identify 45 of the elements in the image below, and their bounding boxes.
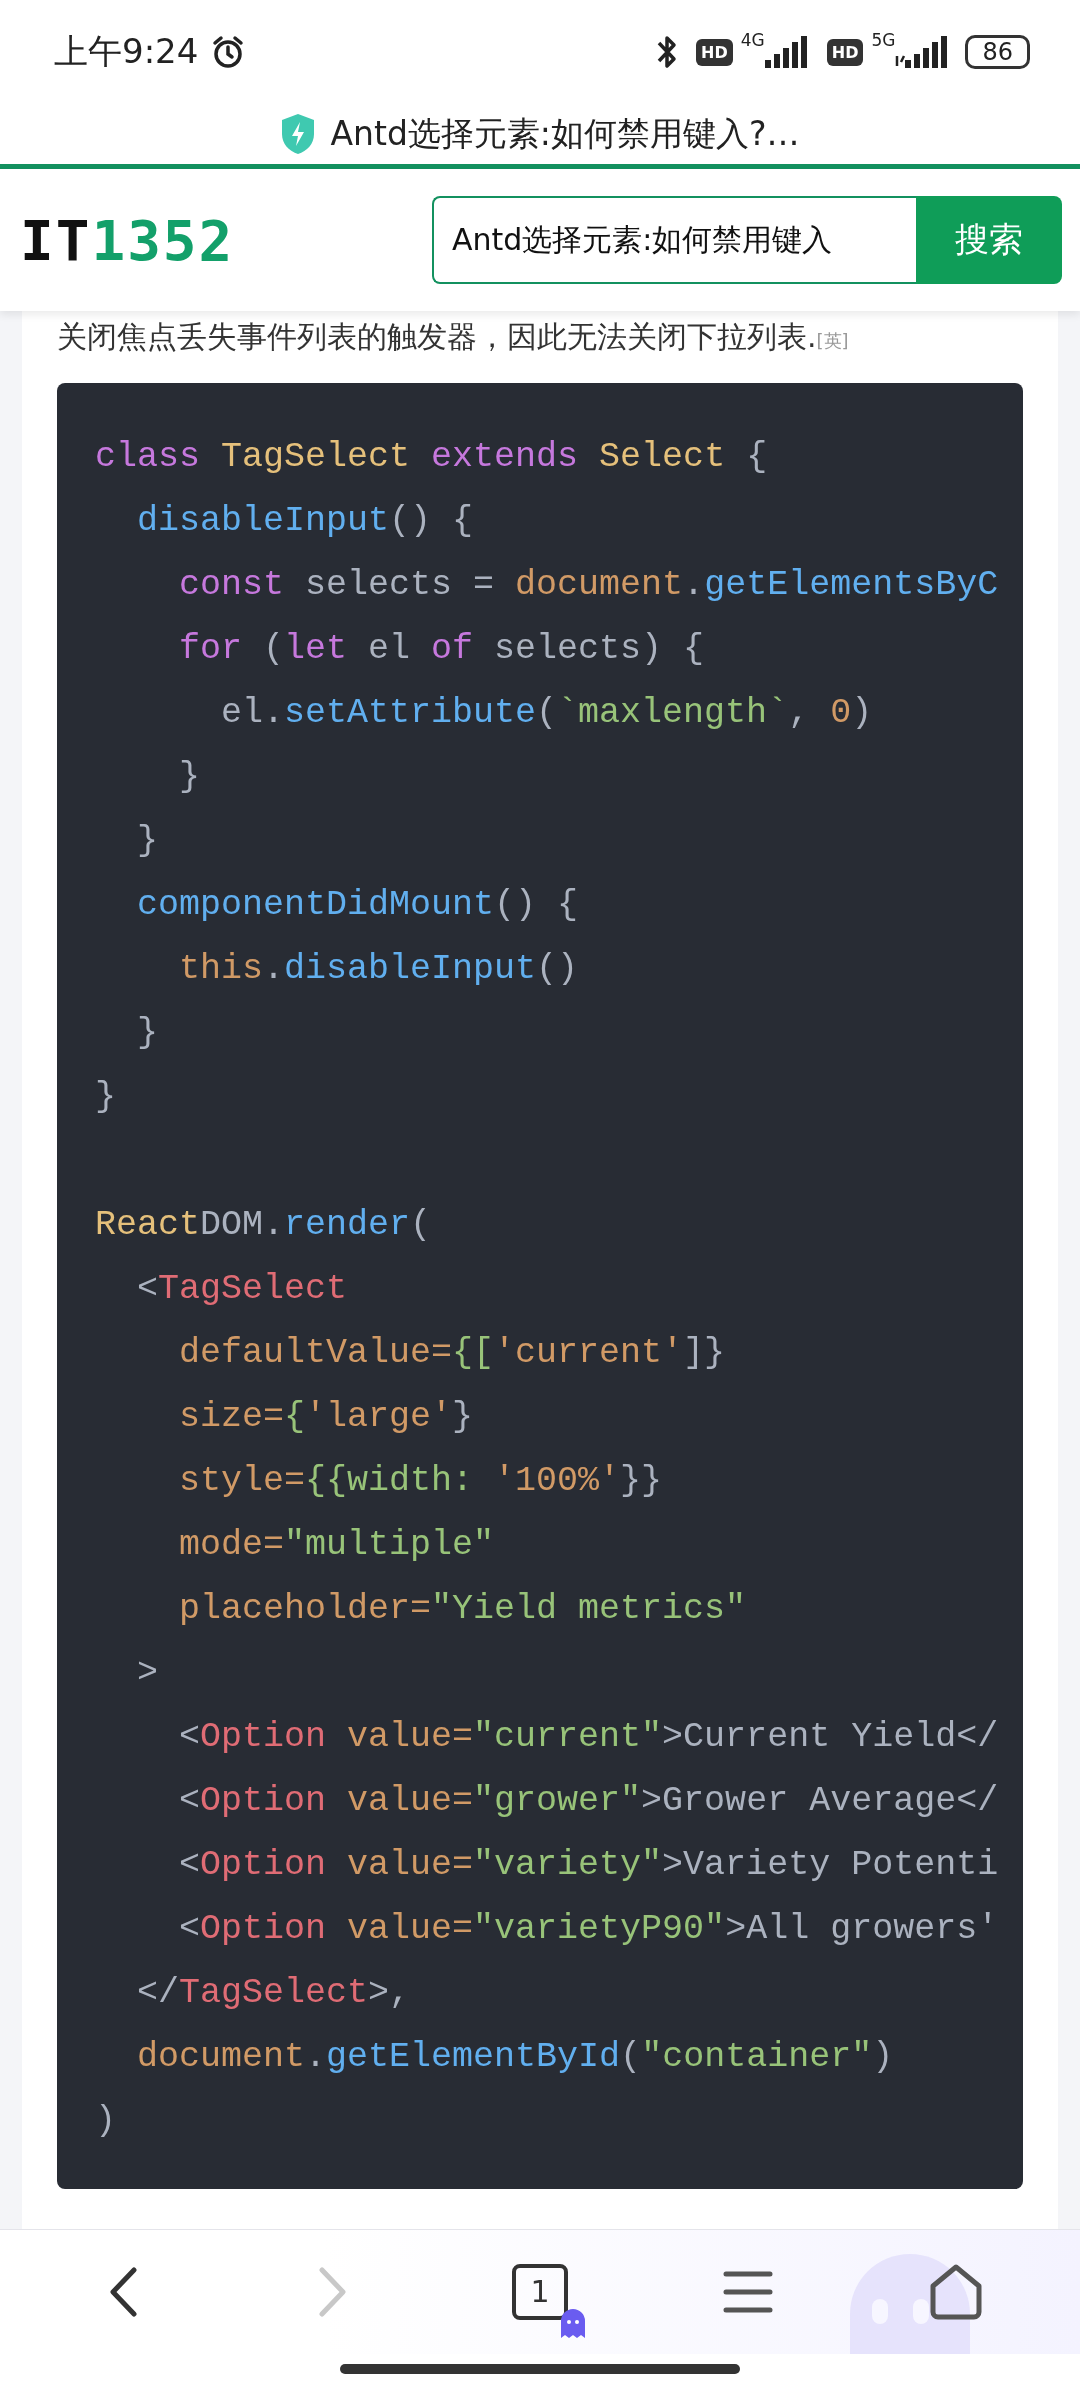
code-line: <Option value="variety">Variety Potenti (179, 1845, 999, 1885)
code-line: ) (95, 2101, 116, 2141)
code-line: class TagSelect extends Select { (95, 437, 768, 477)
code-line: ReactDOM.render( (95, 1205, 432, 1245)
code-line: <Option value="current">Current Yield</ (179, 1717, 999, 1757)
article-text: 关闭焦点丢失事件列表的触发器，因此无法关闭下拉列表.[英] (57, 318, 850, 356)
bluetooth-icon (656, 33, 679, 71)
shield-icon (280, 113, 317, 155)
search-button[interactable]: 搜索 (916, 196, 1062, 284)
code-line: } (95, 1077, 116, 1117)
code-line: > (137, 1653, 158, 1693)
page-title: Antd选择元素:如何禁用键入?… (330, 112, 800, 155)
menu-icon[interactable] (723, 2270, 773, 2314)
code-line: } (179, 757, 200, 797)
signal-icon (895, 36, 950, 68)
battery-indicator: 86 (965, 35, 1030, 69)
code-line: <Option value="grower">Grower Average</ (179, 1781, 999, 1821)
code-line: defaultValue={['current']} (179, 1333, 726, 1373)
code-line: el.setAttribute(`maxlength`, 0) (221, 693, 873, 733)
signal-icon (764, 36, 809, 68)
code-line: style={{width: '100%'}} (179, 1461, 663, 1501)
code-line: this.disableInput() (179, 949, 579, 989)
back-icon[interactable] (109, 2267, 139, 2317)
code-line: <Option value="varietyP90">All growers' (179, 1909, 999, 1949)
logo-text[interactable]: IT (20, 207, 92, 273)
hd-badge: HD (696, 38, 733, 66)
network-type: 4G (740, 30, 765, 50)
code-line: mode="multiple" (179, 1525, 495, 1565)
hd-badge: HD (826, 38, 864, 66)
code-line: </TagSelect>, (137, 1973, 411, 2013)
code-line: } (137, 1013, 158, 1053)
home-icon[interactable] (929, 2264, 983, 2320)
code-line: componentDidMount() { (137, 885, 579, 925)
code-line: document.getElementById("container") (137, 2037, 894, 2077)
search-field[interactable]: Antd选择元素:如何禁用键入 (432, 196, 916, 284)
network-type: 5G (871, 30, 896, 50)
code-line: disableInput() { (137, 501, 474, 541)
status-time: 上午9:24 (54, 30, 199, 73)
ghost-badge-icon (560, 2308, 586, 2338)
code-line: <TagSelect (137, 1269, 348, 1309)
code-line: } (137, 821, 158, 861)
code-line: size={'large'} (179, 1397, 474, 1437)
code-line: placeholder="Yield metrics" (179, 1589, 747, 1629)
code-line: const selects = document.getElementsByC (179, 565, 999, 605)
code-line: for (let el of selects) { (179, 629, 705, 669)
